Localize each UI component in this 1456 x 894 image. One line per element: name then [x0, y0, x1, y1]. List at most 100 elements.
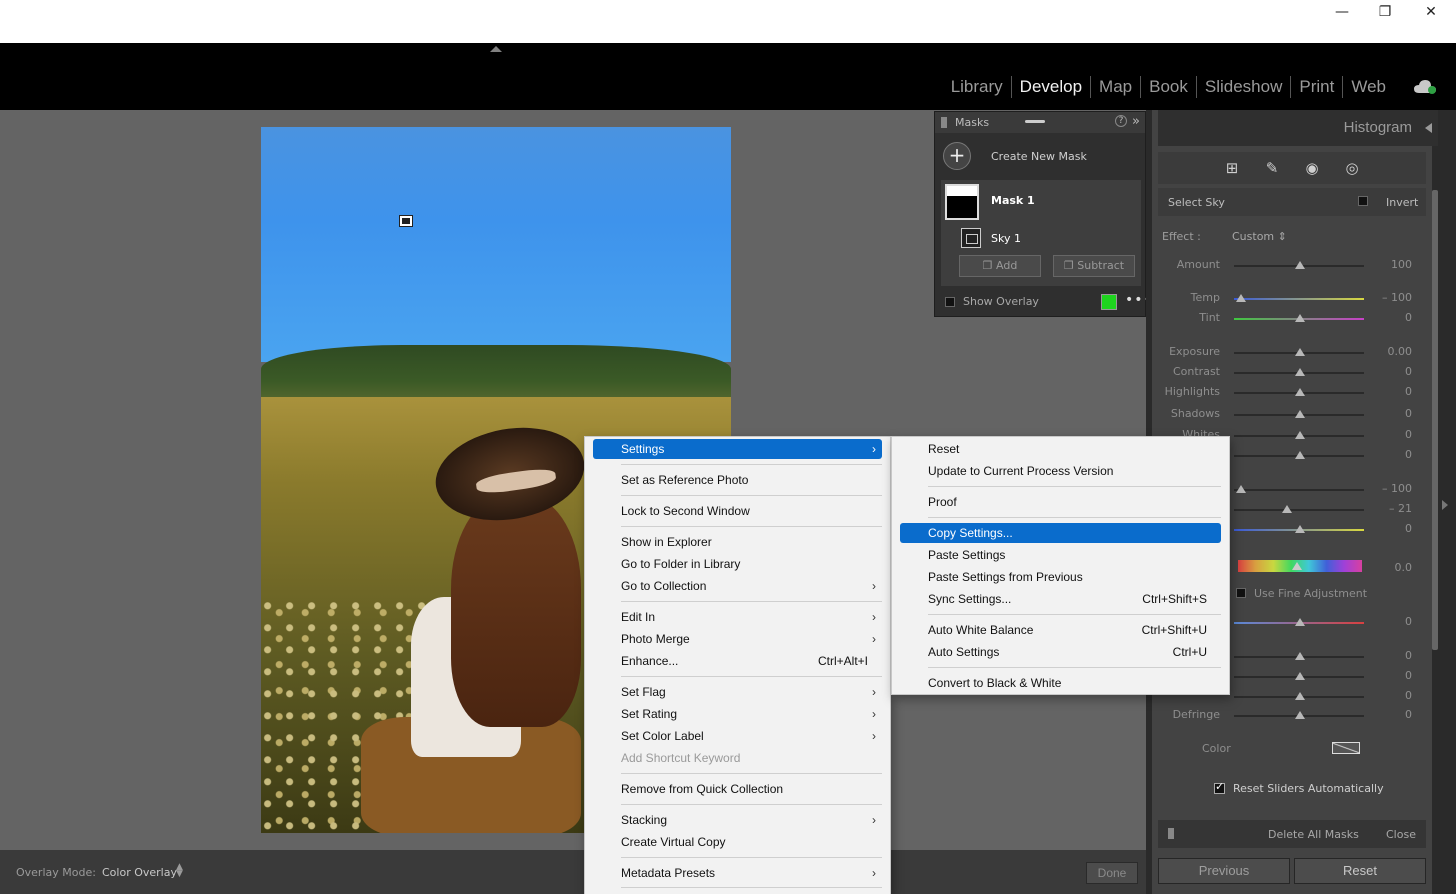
menu-item[interactable]: Copy Settings... [900, 523, 1221, 543]
slider-thumb[interactable] [1295, 410, 1305, 418]
show-overlay-checkbox[interactable] [945, 296, 955, 307]
slider-value[interactable]: – 100 [1382, 482, 1412, 495]
slider-thumb[interactable] [1295, 431, 1305, 439]
done-button[interactable]: Done [1086, 862, 1138, 884]
slider-value[interactable]: 100 [1391, 258, 1412, 271]
show-overlay-toggle[interactable]: Show Overlay [945, 295, 1039, 308]
menu-item[interactable]: Auto White Balance Ctrl+Shift+U [900, 620, 1221, 640]
menu-item[interactable]: Enhance... Ctrl+Alt+I [593, 651, 882, 671]
overlay-mode-select[interactable]: Color Overlay [102, 866, 177, 879]
menu-item[interactable]: Proof [900, 492, 1221, 512]
mask-list-item[interactable]: Mask 1 Sky 1 ❐ Add ❐ Subtract [941, 180, 1141, 286]
slider-value[interactable]: 0 [1405, 615, 1412, 628]
menu-item[interactable]: Edit In › [593, 607, 882, 627]
right-panel-toggle-icon[interactable] [1442, 500, 1448, 510]
panel-grip-icon[interactable] [941, 117, 947, 128]
slider-thumb[interactable] [1282, 505, 1292, 513]
create-new-mask-button[interactable]: + Create New Mask [943, 142, 1087, 170]
add-to-mask-button[interactable]: ❐ Add [959, 255, 1041, 277]
slider-value[interactable]: – 21 [1389, 502, 1412, 515]
slider-value[interactable]: 0 [1405, 428, 1412, 441]
updown-chevron-icon[interactable]: ▲ ▼ [176, 863, 183, 879]
slider-thumb[interactable] [1295, 652, 1305, 660]
slider-thumb[interactable] [1295, 711, 1305, 719]
top-panel-toggle-icon[interactable] [490, 46, 502, 52]
menu-item[interactable]: Remove from Quick Collection [593, 779, 882, 799]
delete-all-masks-button[interactable]: Delete All Masks [1268, 828, 1359, 841]
masking-icon[interactable]: ◎ [1343, 159, 1361, 177]
reset-button[interactable]: Reset [1294, 858, 1426, 884]
red-eye-icon[interactable]: ◉ [1303, 159, 1321, 177]
slider-value[interactable]: 0 [1405, 365, 1412, 378]
slider-thumb[interactable] [1295, 368, 1305, 376]
slider-thumb[interactable] [1295, 618, 1305, 626]
slider-thumb[interactable] [1295, 348, 1305, 356]
footer-grip-icon[interactable] [1168, 828, 1174, 839]
close-icon[interactable]: ✕ [1421, 2, 1441, 22]
slider-thumb[interactable] [1295, 692, 1305, 700]
color-swatch[interactable] [1332, 742, 1360, 754]
menu-item[interactable]: Convert to Black & White [900, 673, 1221, 693]
slider-track[interactable] [1234, 298, 1364, 300]
reset-sliders-automatically-toggle[interactable]: Reset Sliders Automatically [1214, 780, 1384, 795]
cloud-sync-icon[interactable] [1413, 79, 1437, 95]
menu-item[interactable]: Set as Reference Photo [593, 470, 882, 490]
slider-value[interactable]: 0.00 [1388, 345, 1413, 358]
expand-chevron-icon[interactable]: » [1132, 114, 1140, 129]
slider-thumb[interactable] [1295, 525, 1305, 533]
menu-item[interactable]: Paste Settings [900, 545, 1221, 565]
slider-track[interactable] [1234, 509, 1364, 511]
slider-thumb[interactable] [1295, 261, 1305, 269]
menu-item[interactable]: Stacking › [593, 810, 882, 830]
fine-adjustment-checkbox[interactable] [1236, 588, 1246, 598]
hue-slider-thumb[interactable] [1292, 562, 1302, 570]
menu-item[interactable]: Paste Settings from Previous [900, 567, 1221, 587]
slider-value[interactable]: 0 [1405, 669, 1412, 682]
slider-thumb[interactable] [1295, 314, 1305, 322]
slider-thumb[interactable] [1295, 451, 1305, 459]
slider-value[interactable]: 0 [1405, 407, 1412, 420]
menu-item[interactable]: Sync Settings... Ctrl+Shift+S [900, 589, 1221, 609]
slider-thumb[interactable] [1236, 485, 1246, 493]
slider-value[interactable]: 0 [1405, 708, 1412, 721]
module-map[interactable]: Map [1090, 76, 1140, 98]
histogram-collapse-icon[interactable] [1425, 123, 1432, 133]
menu-item[interactable]: Create Virtual Copy [593, 832, 882, 852]
menu-item[interactable]: Go to Folder in Library [593, 554, 882, 574]
menu-item[interactable]: Set Color Label › [593, 726, 882, 746]
slider-thumb[interactable] [1295, 672, 1305, 680]
close-masks-button[interactable]: Close [1386, 828, 1416, 841]
slider-thumb[interactable] [1295, 388, 1305, 396]
menu-item[interactable]: Reset [900, 439, 1221, 459]
histogram-header[interactable]: Histogram [1158, 110, 1438, 146]
slider-value[interactable]: 0 [1405, 385, 1412, 398]
healing-icon[interactable]: ✎ [1263, 159, 1281, 177]
module-slideshow[interactable]: Slideshow [1195, 76, 1291, 98]
menu-item[interactable]: Update to Current Process Version [900, 461, 1221, 481]
minimize-icon[interactable]: — [1332, 2, 1352, 22]
slider-value[interactable]: 0 [1405, 311, 1412, 324]
subtract-from-mask-button[interactable]: ❐ Subtract [1053, 255, 1135, 277]
module-develop[interactable]: Develop [1010, 76, 1090, 98]
menu-item[interactable]: Set Flag › [593, 682, 882, 702]
overlay-color-swatch[interactable] [1101, 294, 1117, 310]
menu-item[interactable]: Settings › [593, 439, 882, 459]
mask-component-name[interactable]: Sky 1 [991, 232, 1021, 245]
module-web[interactable]: Web [1342, 76, 1394, 98]
crop-icon[interactable]: ⊞ [1223, 159, 1241, 177]
invert-checkbox[interactable] [1358, 196, 1368, 206]
slider-thumb[interactable] [1236, 294, 1246, 302]
menu-item[interactable]: Lock to Second Window [593, 501, 882, 521]
module-book[interactable]: Book [1140, 76, 1196, 98]
help-icon[interactable]: ? [1115, 115, 1127, 127]
menu-item[interactable]: Show in Explorer [593, 532, 882, 552]
slider-track[interactable] [1234, 489, 1364, 491]
module-print[interactable]: Print [1290, 76, 1342, 98]
reset-sliders-checkbox[interactable] [1214, 780, 1225, 794]
mask-pin-icon[interactable] [399, 215, 413, 227]
menu-item[interactable]: Metadata Presets › [593, 863, 882, 883]
maximize-icon[interactable]: ❐ [1375, 2, 1395, 22]
collapse-dash-icon[interactable] [1025, 120, 1045, 123]
slider-value[interactable]: 0 [1405, 448, 1412, 461]
slider-value[interactable]: 0 [1405, 689, 1412, 702]
